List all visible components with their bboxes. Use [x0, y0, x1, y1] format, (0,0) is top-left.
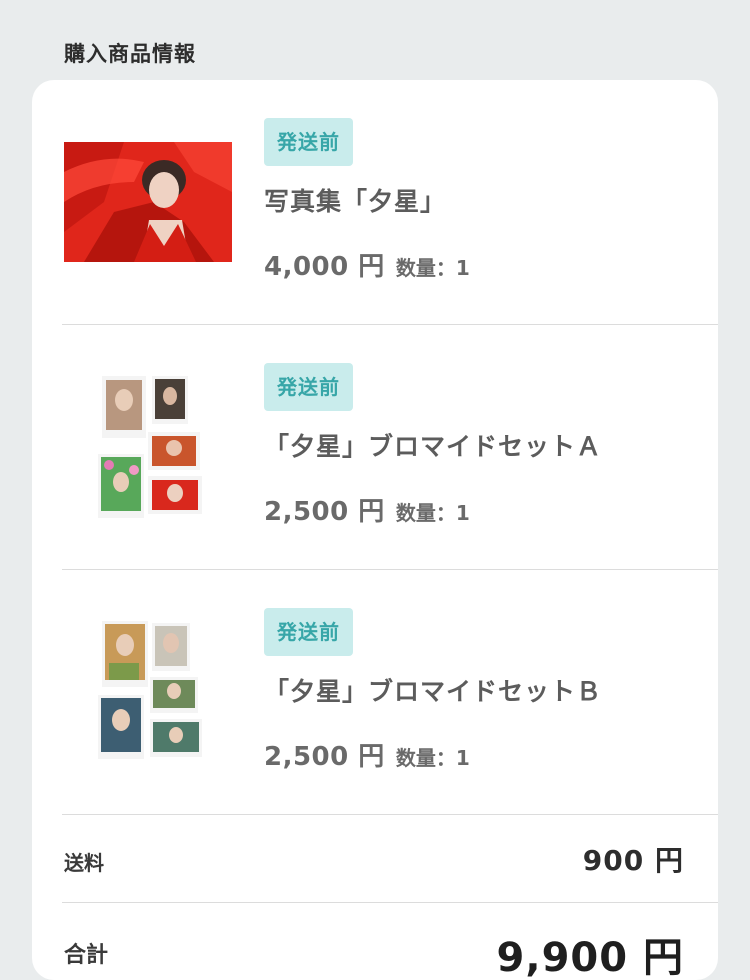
section-title: 購入商品情報 — [64, 42, 196, 66]
product-image-photobook — [64, 142, 232, 262]
list-item[interactable]: 発送前 「夕星」ブロマイドセットＡ 2,500 円 数量：1 — [32, 325, 718, 570]
list-item[interactable]: 発送前 写真集「夕星」 4,000 円 数量：1 — [32, 80, 718, 325]
product-price: 4,000 円 — [264, 252, 385, 282]
product-quantity: 数量：1 — [395, 746, 470, 770]
status-badge: 発送前 — [264, 363, 353, 411]
product-price: 2,500 円 — [264, 497, 385, 527]
product-quantity: 数量：1 — [395, 501, 470, 525]
price-line: 4,000 円 数量：1 — [264, 246, 470, 283]
total-label: 合計 — [64, 943, 109, 968]
status-badge: 発送前 — [264, 118, 353, 166]
product-name: 写真集「夕星」 — [264, 187, 447, 216]
product-price: 2,500 円 — [264, 742, 385, 772]
product-image-bromide-set-b — [98, 621, 202, 759]
purchased-items-card: 発送前 写真集「夕星」 4,000 円 数量：1 発送前 「夕星」ブロマイドセッ… — [32, 80, 718, 980]
shipping-row: 送料 900 円 — [32, 815, 718, 903]
price-line: 2,500 円 数量：1 — [264, 491, 470, 528]
price-line: 2,500 円 数量：1 — [264, 736, 470, 773]
product-quantity: 数量：1 — [395, 256, 470, 280]
status-badge: 発送前 — [264, 608, 353, 656]
shipping-label: 送料 — [64, 851, 104, 875]
product-name: 「夕星」ブロマイドセットＢ — [264, 677, 603, 706]
list-item[interactable]: 発送前 「夕星」ブロマイドセットＢ 2,500 円 数量：1 — [32, 570, 718, 815]
product-name: 「夕星」ブロマイドセットＡ — [264, 432, 603, 461]
product-image-bromide-set-a — [98, 376, 202, 518]
total-row: 合計 9,900 円 — [32, 903, 718, 980]
shipping-value: 900 円 — [582, 844, 684, 877]
total-value: 9,900 円 — [496, 935, 684, 980]
